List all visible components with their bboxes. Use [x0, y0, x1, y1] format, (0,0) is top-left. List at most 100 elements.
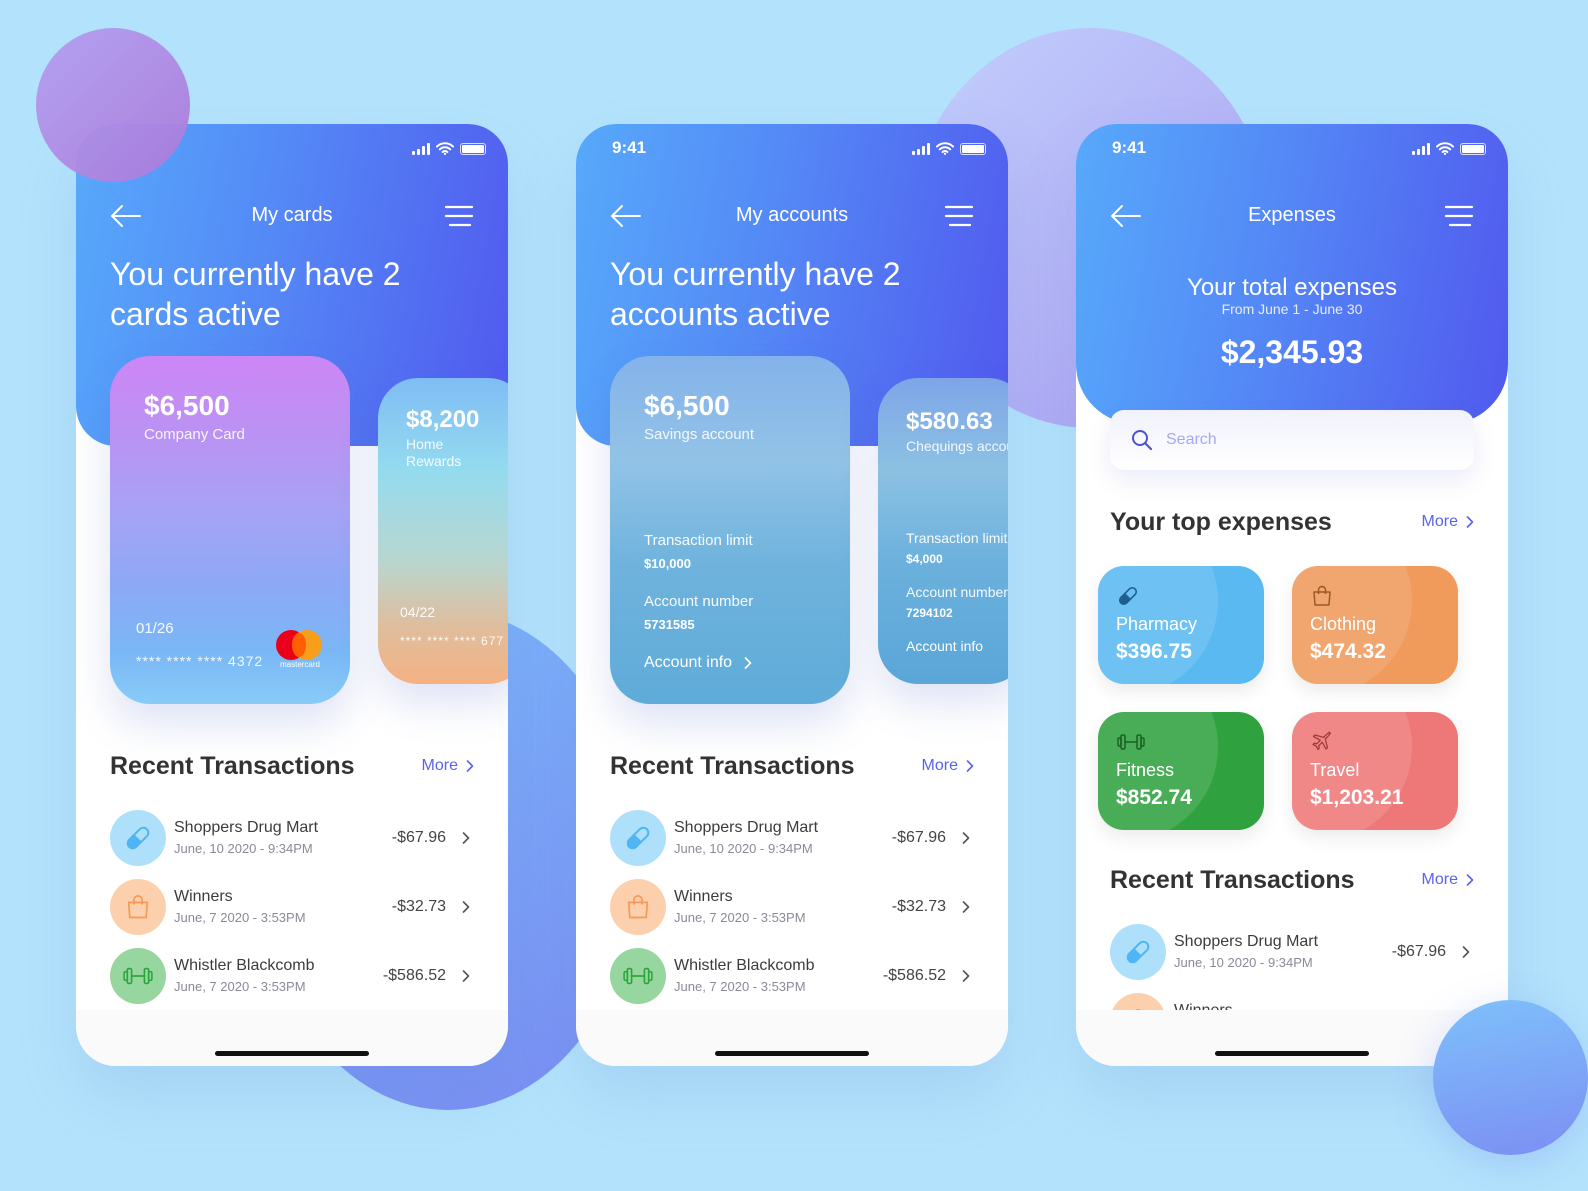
pill-icon	[610, 810, 666, 866]
decorative-circle	[36, 28, 190, 182]
category-name: Clothing	[1310, 614, 1377, 634]
transaction-date: June, 7 2020 - 3:53PM	[174, 979, 306, 994]
more-link[interactable]: More	[1422, 871, 1474, 889]
account-card-savings[interactable]: $6,500 Savings account Transaction limit…	[610, 356, 850, 704]
menu-icon[interactable]	[1444, 204, 1474, 228]
decorative-circle	[1433, 1000, 1588, 1155]
shopping-bag-icon	[1310, 584, 1334, 608]
dumbbell-icon	[1116, 730, 1146, 754]
status-time: 9:41	[1112, 138, 1147, 157]
search-bar[interactable]	[1110, 410, 1474, 470]
more-link[interactable]: More	[422, 757, 474, 775]
expense-tile-pharmacy[interactable]: Pharmacy $396.75	[1098, 566, 1264, 684]
card-name-line2: Rewards	[406, 453, 462, 469]
limit-value: $10,000	[644, 556, 691, 571]
card-name-line1: Home	[406, 436, 444, 452]
account-name: Chequings account	[906, 438, 1008, 454]
search-input[interactable]	[1166, 431, 1373, 449]
phone-my-accounts: 9:41 My accounts You currently have 2 ac…	[576, 124, 1008, 1066]
menu-icon[interactable]	[944, 204, 974, 228]
merchant-name: Winners	[674, 888, 733, 905]
battery-icon	[960, 142, 986, 155]
account-number-label: Account number	[644, 593, 754, 610]
transaction-row[interactable]: Whistler Blackcomb June, 7 2020 - 3:53PM…	[110, 948, 474, 1004]
category-amount: $1,203.21	[1310, 786, 1404, 809]
section-title: Recent Transactions	[610, 752, 855, 780]
account-number: 5731585	[644, 617, 695, 632]
chevron-right-icon	[962, 832, 970, 844]
signal-icon	[1412, 142, 1430, 155]
headline: You currently have 2 accounts active	[610, 256, 901, 332]
chevron-right-icon	[744, 657, 752, 669]
transaction-date: June, 10 2020 - 9:34PM	[674, 841, 813, 856]
account-info-link[interactable]: Account info	[644, 654, 752, 672]
wifi-icon	[436, 142, 454, 155]
home-indicator[interactable]	[715, 1051, 869, 1056]
card-number: **** **** **** 677	[400, 634, 505, 648]
card-balance: $6,500	[144, 390, 230, 421]
transaction-amount: -$586.52	[882, 967, 946, 984]
card-name: Company Card	[144, 426, 245, 443]
category-amount: $852.74	[1116, 786, 1192, 809]
home-indicator[interactable]	[215, 1051, 369, 1056]
transaction-row[interactable]: Shoppers Drug Mart June, 10 2020 - 9:34P…	[610, 810, 974, 866]
transaction-row[interactable]: Whistler Blackcomb June, 7 2020 - 3:53PM…	[610, 948, 974, 1004]
transaction-row[interactable]: Winners June, 7 2020 - 3:53PM -$32.73	[610, 879, 974, 935]
merchant-name: Winners	[174, 888, 233, 905]
category-name: Pharmacy	[1116, 614, 1198, 634]
chevron-right-icon	[1466, 516, 1474, 528]
total-expenses-label: Your total expenses	[1187, 274, 1397, 301]
transaction-row[interactable]: Shoppers Drug Mart June, 10 2020 - 9:34P…	[1110, 924, 1474, 980]
credit-card-home-rewards[interactable]: $8,200 Home Rewards 04/22 **** **** ****…	[378, 378, 508, 684]
menu-icon[interactable]	[444, 204, 474, 228]
merchant-name: Shoppers Drug Mart	[174, 819, 319, 836]
date-range: From June 1 - June 30	[1221, 301, 1363, 317]
battery-icon	[1460, 142, 1486, 155]
transaction-row[interactable]: Shoppers Drug Mart June, 10 2020 - 9:34P…	[110, 810, 474, 866]
transaction-amount: -$586.52	[382, 967, 446, 984]
limit-value: $4,000	[906, 552, 943, 566]
recent-transactions-header: Recent Transactions More	[1110, 866, 1474, 896]
search-icon	[1130, 428, 1154, 452]
more-link[interactable]: More	[922, 757, 974, 775]
chevron-right-icon	[962, 970, 970, 982]
home-indicator[interactable]	[1215, 1051, 1369, 1056]
signal-icon	[912, 142, 930, 155]
more-link[interactable]: More	[1422, 513, 1474, 531]
expense-tile-clothing[interactable]: Clothing $474.32	[1292, 566, 1458, 684]
page-title: Expenses	[1248, 204, 1336, 226]
header: 9:41 Expenses Your total expenses From J…	[1076, 124, 1508, 424]
phone-expenses: 9:41 Expenses Your total expenses From J…	[1076, 124, 1508, 1066]
credit-card-company[interactable]: $6,500 Company Card 01/26 **** **** ****…	[110, 356, 350, 704]
mastercard-logo: mastercard	[276, 630, 324, 672]
account-info-link[interactable]: Account info	[906, 638, 983, 654]
account-card-chequing[interactable]: $580.63 Chequings account Transaction li…	[878, 378, 1008, 684]
page-title: My cards	[251, 204, 333, 226]
account-number: 7294102	[906, 606, 953, 620]
nav-bar: My cards	[110, 196, 474, 236]
limit-label: Transaction limit	[906, 530, 1008, 546]
transaction-row[interactable]: Winners June, 7 2020 - 3:53PM -$32.73	[110, 879, 474, 935]
category-amount: $396.75	[1116, 640, 1192, 663]
chevron-right-icon	[462, 901, 470, 913]
account-balance: $6,500	[644, 390, 730, 421]
transaction-amount: -$67.96	[391, 829, 446, 846]
chevron-right-icon	[462, 832, 470, 844]
transaction-date: June, 7 2020 - 3:53PM	[674, 910, 806, 925]
expense-tile-fitness[interactable]: Fitness $852.74	[1098, 712, 1264, 830]
card-expiry: 01/26	[136, 620, 174, 637]
chevron-right-icon	[962, 901, 970, 913]
dumbbell-icon	[610, 948, 666, 1004]
category-name: Fitness	[1116, 760, 1175, 780]
merchant-name: Shoppers Drug Mart	[1174, 933, 1319, 950]
dumbbell-icon	[110, 948, 166, 1004]
transaction-amount: -$32.73	[391, 898, 446, 915]
headline: You currently have 2 cards active	[110, 256, 401, 332]
transaction-date: June, 10 2020 - 9:34PM	[1174, 955, 1313, 970]
battery-icon	[460, 142, 486, 155]
card-balance: $8,200	[406, 406, 480, 433]
card-expiry: 04/22	[400, 604, 436, 620]
category-amount: $474.32	[1310, 640, 1386, 663]
wifi-icon	[1436, 142, 1454, 155]
expense-tile-travel[interactable]: Travel $1,203.21	[1292, 712, 1458, 830]
